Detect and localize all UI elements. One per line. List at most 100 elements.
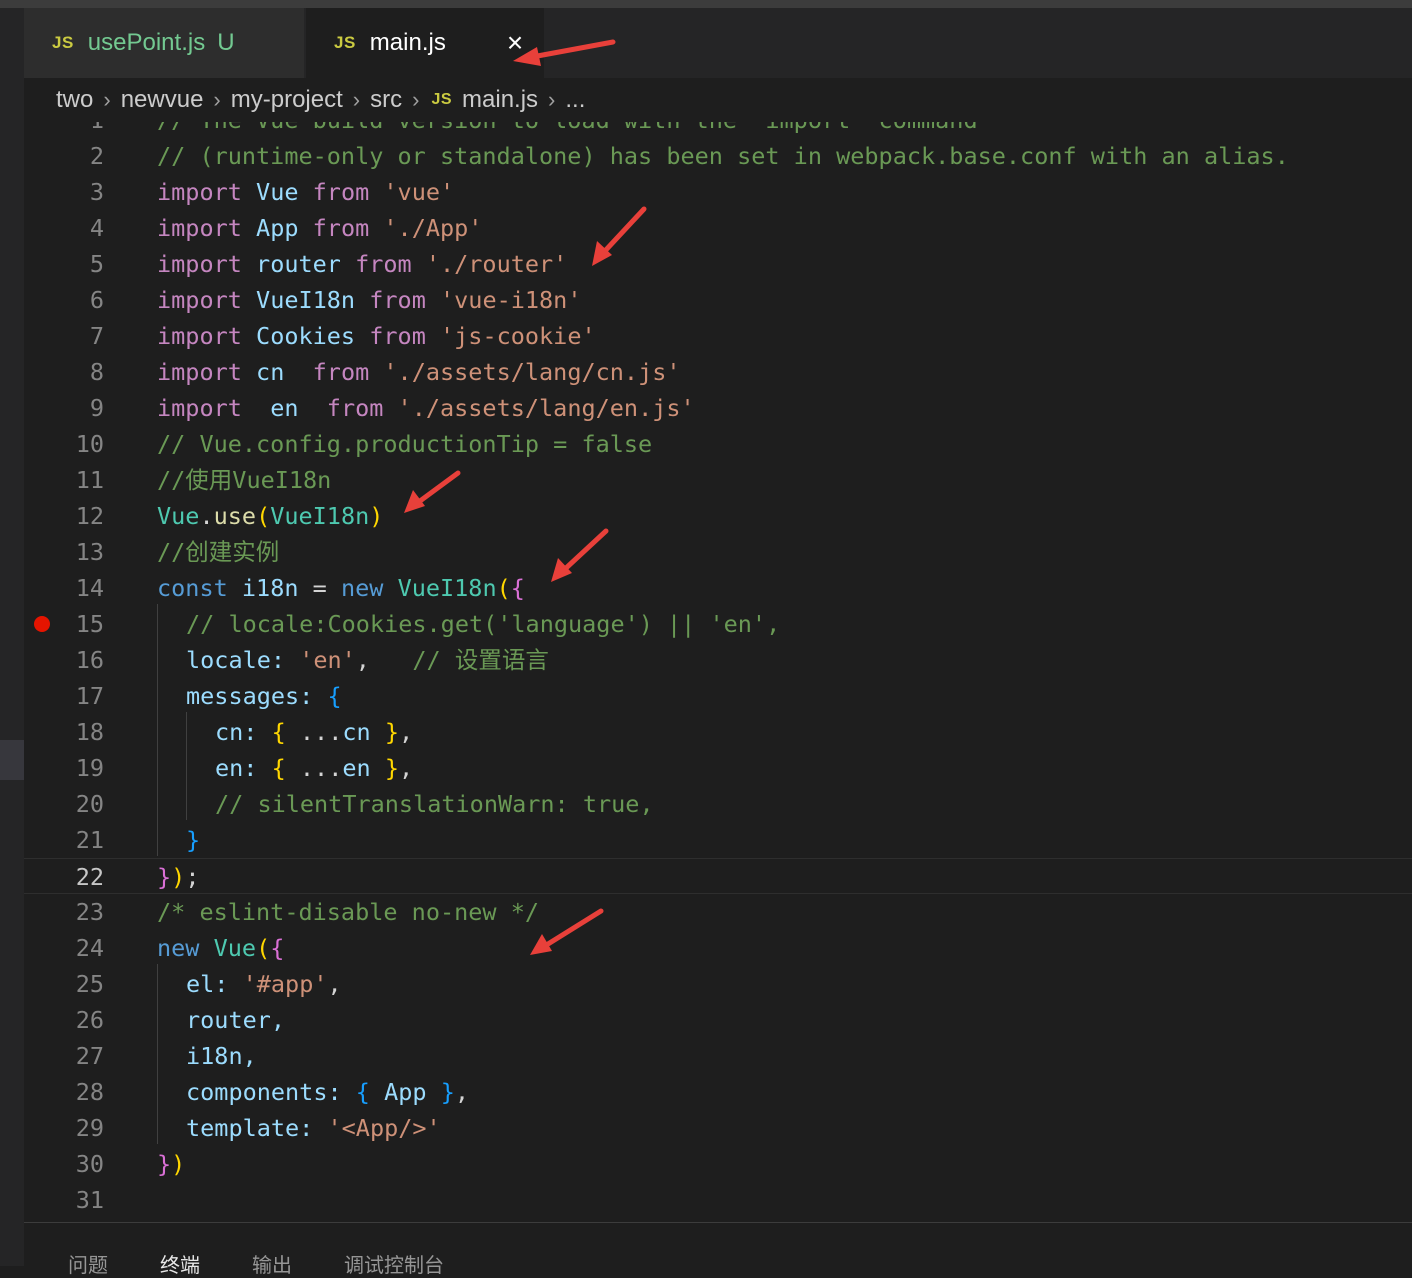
keyword: import	[157, 250, 242, 278]
property-key: en:	[215, 754, 258, 782]
line-number: 21	[75, 826, 104, 854]
close-icon[interactable]: ×	[502, 28, 528, 58]
chevron-right-icon: ›	[352, 87, 361, 112]
bracket: {	[510, 574, 525, 602]
line-number: 14	[75, 574, 104, 602]
breadcrumb-item-file[interactable]: main.js	[462, 86, 538, 114]
javascript-file-icon: JS	[431, 91, 453, 108]
code-line: 26 router,	[24, 1002, 1412, 1038]
bracket: (	[256, 502, 271, 530]
tab-usepoint-js[interactable]: JS usePoint.js U	[24, 8, 305, 78]
line-number: 25	[75, 970, 104, 998]
comment: // silentTranslationWarn: true,	[215, 790, 654, 818]
keyword: import	[157, 214, 242, 242]
property-key: locale:	[186, 646, 286, 674]
breadcrumb: two › newvue › my-project › src › JS mai…	[24, 78, 1412, 122]
code-editor[interactable]: 1 // The Vue build version to load with t…	[24, 122, 1412, 1222]
code-line: 8 import cn from './assets/lang/cn.js'	[24, 354, 1412, 390]
identifier: Vue	[256, 178, 299, 206]
code-line: 3 import Vue from 'vue'	[24, 174, 1412, 210]
identifier: en	[342, 754, 371, 782]
line-number: 19	[75, 754, 104, 782]
identifier: VueI18n	[256, 286, 356, 314]
bracket: }	[186, 826, 201, 854]
identifier: router	[256, 250, 341, 278]
bracket: )	[171, 1150, 186, 1178]
code-line: 20 // silentTranslationWarn: true,	[24, 786, 1412, 822]
punctuation: ,	[355, 646, 370, 674]
keyword: const	[157, 574, 228, 602]
chevron-right-icon: ›	[412, 87, 420, 112]
operator: ...	[285, 754, 343, 782]
keyword: from	[369, 286, 426, 314]
comment: //创建实例	[157, 538, 280, 566]
identifier: Vue	[213, 934, 257, 962]
punctuation: ,	[398, 754, 414, 782]
bracket: }	[440, 1078, 455, 1106]
keyword: from	[312, 214, 370, 242]
keyword: import	[157, 358, 242, 386]
breadcrumb-item-src[interactable]: src	[370, 86, 402, 114]
operator: =	[298, 574, 341, 602]
chevron-right-icon: ›	[213, 87, 221, 112]
tab-output[interactable]: 输出	[252, 1249, 292, 1278]
code-line: 10 // Vue.config.productionTip = false	[24, 426, 1412, 462]
keyword: from	[312, 178, 370, 206]
line-number: 3	[89, 178, 104, 206]
property-key: components:	[186, 1078, 342, 1106]
line-number: 16	[75, 646, 104, 674]
code-line: 28 components: { App },	[24, 1074, 1412, 1110]
identifier: VueI18n	[397, 574, 497, 602]
code-line: 15 // locale:Cookies.get('language') || '…	[24, 606, 1412, 642]
editor-tab-bar: JS usePoint.js U JS main.js ×	[24, 8, 1412, 78]
string: '#app'	[242, 970, 328, 998]
line-number: 23	[75, 898, 104, 926]
tab-terminal[interactable]: 终端	[160, 1249, 200, 1278]
tab-label: usePoint.js	[87, 29, 206, 56]
tab-main-js[interactable]: JS main.js ×	[306, 8, 544, 78]
string: 'vue-i18n'	[440, 286, 582, 314]
tab-label: main.js	[369, 29, 446, 56]
string: 'vue'	[383, 178, 455, 206]
line-number: 5	[89, 250, 104, 278]
keyword: from	[326, 394, 384, 422]
property-key: cn:	[215, 718, 258, 746]
string: './assets/lang/en.js'	[397, 394, 695, 422]
property-key: i18n,	[186, 1042, 257, 1070]
comment: // Vue.config.productionTip = false	[157, 430, 653, 458]
line-number: 7	[89, 322, 104, 350]
keyword: from	[312, 358, 370, 386]
keyword: new	[340, 574, 384, 602]
tab-problems[interactable]: 问题	[68, 1249, 108, 1278]
breadcrumb-item-symbols[interactable]: ...	[565, 86, 585, 114]
breadcrumb-item-my-project[interactable]: my-project	[231, 86, 343, 114]
breadcrumb-item-newvue[interactable]: newvue	[121, 86, 204, 114]
chevron-right-icon: ›	[548, 87, 556, 112]
punctuation: ,	[327, 970, 342, 998]
identifier: App	[384, 1078, 427, 1106]
punctuation: ,	[454, 1078, 470, 1106]
identifier: VueI18n	[270, 502, 370, 530]
property-key: el:	[186, 970, 229, 998]
identifier: cn	[342, 718, 371, 746]
breadcrumb-item-two[interactable]: two	[56, 86, 93, 114]
code-line: 16 locale: 'en', // 设置语言	[24, 642, 1412, 678]
line-number: 30	[75, 1150, 104, 1178]
line-number: 27	[75, 1042, 104, 1070]
identifier: App	[256, 214, 299, 242]
keyword: from	[355, 250, 412, 278]
code-line: 12 Vue.use(VueI18n)	[24, 498, 1412, 534]
code-line: 19 en: { ...en },	[24, 750, 1412, 786]
line-number: 17	[75, 682, 104, 710]
javascript-file-icon: JS	[52, 33, 74, 52]
bracket: )	[369, 502, 384, 530]
line-number: 10	[75, 430, 104, 458]
function-name: use	[213, 502, 257, 530]
string: './assets/lang/cn.js'	[383, 358, 681, 386]
tab-debug-console[interactable]: 调试控制台	[344, 1249, 444, 1278]
operator: ...	[285, 718, 343, 746]
property-key: messages:	[186, 682, 314, 710]
line-number: 24	[75, 934, 104, 962]
punctuation: .	[199, 502, 214, 530]
property-key: template:	[186, 1114, 314, 1142]
